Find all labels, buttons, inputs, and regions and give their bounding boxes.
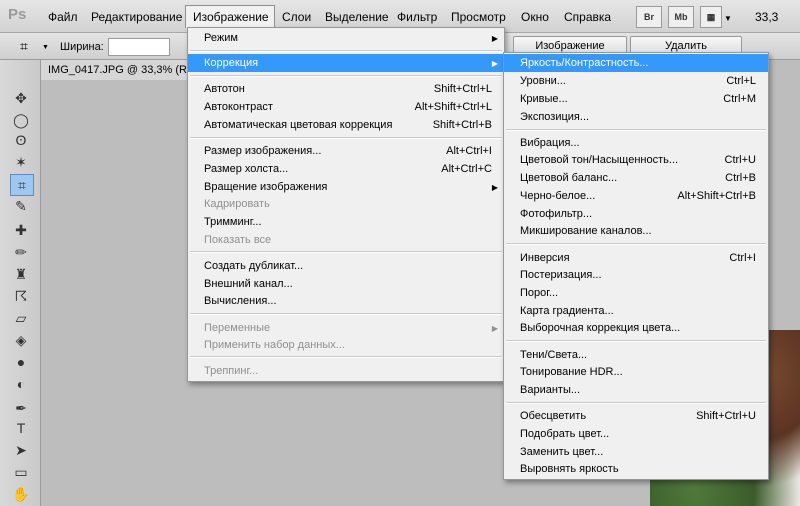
menu-item-channel-mixer[interactable]: Микширование каналов...: [504, 222, 768, 240]
menu-item-image-rotation[interactable]: Вращение изображения ▶: [188, 178, 504, 196]
marquee-tool-icon[interactable]: ◯: [10, 110, 32, 130]
menu-window[interactable]: Окно: [521, 10, 549, 24]
menu-item-auto-color[interactable]: Автоматическая цветовая коррекция Shift+C…: [188, 116, 504, 134]
menu-item-crop: Кадрировать: [204, 198, 270, 210]
crop-tool-icon[interactable]: ⌗: [10, 174, 34, 196]
menu-item-duplicate[interactable]: Создать дубликат...: [188, 257, 504, 275]
quick-select-tool-icon[interactable]: ✶: [10, 152, 32, 172]
menu-item-equalize[interactable]: Выровнять яркость: [504, 460, 768, 478]
app-logo: Ps: [8, 6, 27, 23]
menu-item-posterize[interactable]: Постеризация...: [504, 266, 768, 284]
zoom-level[interactable]: 33,3: [755, 10, 778, 24]
crop-icon[interactable]: ⌗: [20, 38, 28, 55]
bridge-button[interactable]: Br: [636, 6, 662, 28]
image-menu: Режим ▶ Коррекция ▶ Автотон Shift+Ctrl+L Ав…: [187, 27, 505, 382]
menu-item-threshold[interactable]: Порог...: [504, 284, 768, 302]
history-brush-tool-icon[interactable]: ☈: [10, 286, 32, 306]
healing-brush-tool-icon[interactable]: ✚: [10, 220, 32, 240]
menu-item-auto-contrast[interactable]: Автоконтраст Alt+Shift+Ctrl+L: [188, 98, 504, 116]
submenu-arrow-icon: ▶: [491, 58, 498, 68]
chevron-down-icon[interactable]: ▼: [42, 44, 49, 51]
menu-layers[interactable]: Слои: [282, 10, 311, 24]
hand-tool-icon[interactable]: ✋: [10, 484, 32, 504]
stamp-tool-icon[interactable]: ♜: [10, 264, 32, 284]
menu-item-color-balance[interactable]: Цветовой баланс... Ctrl+B: [504, 169, 768, 187]
menu-item-black-white[interactable]: Черно-белое... Alt+Shift+Ctrl+B: [504, 187, 768, 205]
menu-item-adjustments[interactable]: Коррекция ▶: [188, 54, 504, 72]
eraser-tool-icon[interactable]: ▱: [10, 308, 32, 328]
menu-item-selective-color[interactable]: Выборочная коррекция цвета...: [504, 319, 768, 337]
eyedropper-tool-icon[interactable]: ✎: [10, 196, 32, 216]
menu-item-shadows-highlights[interactable]: Тени/Света...: [504, 346, 768, 364]
menu-item-mode[interactable]: Режим ▶: [188, 29, 504, 47]
lasso-tool-icon[interactable]: ʘ: [10, 130, 32, 150]
document-tab-label: IMG_0417.JPG @ 33,3% (RGB: [48, 64, 203, 76]
adjustments-submenu: Яркость/Контрастность... Уровни... Ctrl+L…: [503, 52, 769, 480]
brush-tool-icon[interactable]: ✏: [10, 242, 32, 262]
menu-item-variables: Переменные ▶: [204, 322, 498, 334]
menu-item-image-size[interactable]: Размер изображения... Alt+Ctrl+I: [188, 142, 504, 160]
menu-item-exposure[interactable]: Экспозиция...: [504, 108, 768, 126]
menu-item-replace-color[interactable]: Заменить цвет...: [504, 443, 768, 461]
move-tool-icon[interactable]: ✥: [10, 88, 32, 108]
menu-item-canvas-size[interactable]: Размер холста... Alt+Ctrl+C: [188, 160, 504, 178]
submenu-arrow-icon: ▶: [491, 33, 498, 43]
menu-item-invert[interactable]: Инверсия Ctrl+I: [504, 249, 768, 267]
menu-item-brightness-contrast[interactable]: Яркость/Контрастность...: [504, 54, 768, 72]
dodge-tool-icon[interactable]: ◐: [10, 374, 32, 394]
menu-edit[interactable]: Редактирование: [91, 10, 182, 24]
blur-tool-icon[interactable]: ●: [10, 352, 32, 372]
menu-item-levels[interactable]: Уровни... Ctrl+L: [504, 72, 768, 90]
width-input[interactable]: [108, 38, 170, 56]
paint-bucket-tool-icon[interactable]: ◈: [10, 330, 32, 350]
menu-item-apply-data-set: Применить набор данных...: [204, 339, 345, 351]
submenu-arrow-icon: ▶: [491, 182, 498, 192]
menu-item-variations[interactable]: Варианты...: [504, 381, 768, 399]
type-tool-icon[interactable]: T: [10, 418, 32, 438]
menu-item-vibrance[interactable]: Вибрация...: [504, 134, 768, 152]
menu-item-auto-tone[interactable]: Автотон Shift+Ctrl+L: [188, 80, 504, 98]
menu-item-curves[interactable]: Кривые... Ctrl+M: [504, 90, 768, 108]
pen-tool-icon[interactable]: ✒: [10, 398, 32, 418]
submenu-arrow-icon: ▶: [491, 323, 498, 333]
menu-select[interactable]: Выделение: [325, 10, 389, 24]
film-strip-icon[interactable]: ▦: [700, 6, 722, 28]
menu-item-calculations[interactable]: Вычисления...: [188, 292, 504, 310]
minibridge-button[interactable]: Mb: [668, 6, 694, 28]
menu-image[interactable]: Изображение: [193, 10, 269, 24]
shape-tool-icon[interactable]: ▭: [10, 462, 32, 482]
menu-item-apply-image[interactable]: Внешний канал...: [188, 275, 504, 293]
path-selection-tool-icon[interactable]: ➤: [10, 440, 32, 460]
menu-item-photo-filter[interactable]: Фотофильтр...: [504, 205, 768, 223]
menu-file[interactable]: Файл: [48, 10, 78, 24]
menu-item-hue-saturation[interactable]: Цветовой тон/Насыщенность... Ctrl+U: [504, 151, 768, 169]
menu-help[interactable]: Справка: [564, 10, 611, 24]
menu-item-hdr-toning[interactable]: Тонирование HDR...: [504, 363, 768, 381]
menu-item-trim[interactable]: Тримминг...: [188, 213, 504, 231]
menu-item-desaturate[interactable]: Обесцветить Shift+Ctrl+U: [504, 407, 768, 425]
width-label: Ширина:: [60, 41, 104, 53]
menu-item-match-color[interactable]: Подобрать цвет...: [504, 425, 768, 443]
menu-view[interactable]: Просмотр: [451, 10, 506, 24]
menu-filter[interactable]: Фильтр: [397, 10, 437, 24]
menu-item-reveal-all: Показать все: [204, 234, 272, 246]
menu-item-gradient-map[interactable]: Карта градиента...: [504, 302, 768, 320]
menu-item-trap: Треппинг...: [204, 365, 259, 377]
chevron-down-icon[interactable]: ▼: [724, 14, 732, 23]
